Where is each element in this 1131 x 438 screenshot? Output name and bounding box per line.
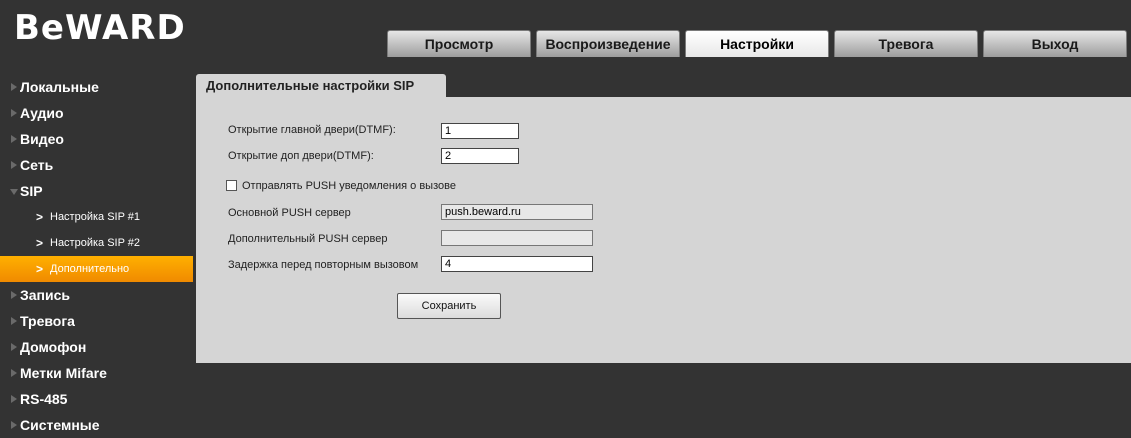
sidebar-subitem-label: Настройка SIP #2 [50, 237, 141, 249]
chevron-right-icon: > [36, 236, 44, 250]
sidebar: Локальные Аудио Видео Сеть SIP > Настрой… [0, 74, 196, 438]
tab-view[interactable]: Просмотр [387, 30, 531, 57]
triangle-right-icon [11, 317, 17, 325]
sidebar-item-video[interactable]: Видео [0, 126, 196, 152]
secondary-push-server-input[interactable] [441, 230, 593, 246]
chevron-right-icon: > [36, 210, 44, 224]
logo: BeWARD [14, 8, 186, 48]
header: BeWARD Просмотр Воспроизведение Настройк… [0, 0, 1131, 62]
chevron-right-icon: > [36, 262, 44, 276]
extra-door-label: Открытие доп двери(DTMF): [228, 150, 374, 162]
primary-push-label: Основной PUSH сервер [228, 207, 351, 219]
sidebar-item-label: Домофон [20, 339, 87, 355]
sidebar-item-local[interactable]: Локальные [0, 74, 196, 100]
tab-settings[interactable]: Настройки [685, 30, 829, 57]
main-door-label: Открытие главной двери(DTMF): [228, 124, 396, 136]
sidebar-item-label: Запись [20, 287, 71, 303]
sidebar-item-alarm[interactable]: Тревога [0, 308, 196, 334]
triangle-right-icon [11, 83, 17, 91]
triangle-right-icon [11, 343, 17, 351]
sidebar-item-label: Системные [20, 417, 100, 433]
triangle-right-icon [11, 395, 17, 403]
triangle-right-icon [11, 369, 17, 377]
sidebar-item-network[interactable]: Сеть [0, 152, 196, 178]
push-notify-label: Отправлять PUSH уведомления о вызове [242, 180, 456, 192]
sidebar-item-label: Тревога [20, 313, 75, 329]
sidebar-item-system[interactable]: Системные [0, 412, 196, 438]
triangle-right-icon [11, 421, 17, 429]
sidebar-item-label: Сеть [20, 157, 54, 173]
sidebar-item-label: Аудио [20, 105, 64, 121]
sidebar-item-label: SIP [20, 183, 43, 199]
redial-delay-input[interactable] [441, 256, 593, 272]
sidebar-subitem-label: Настройка SIP #1 [50, 211, 141, 223]
main-door-dtmf-input[interactable] [441, 123, 519, 139]
push-notify-checkbox[interactable] [226, 180, 237, 191]
secondary-push-label: Дополнительный PUSH сервер [228, 233, 388, 245]
triangle-down-icon [10, 189, 18, 195]
triangle-right-icon [11, 291, 17, 299]
sidebar-item-rs485[interactable]: RS-485 [0, 386, 196, 412]
sidebar-item-label: Метки Mifare [20, 365, 107, 381]
sidebar-subitem-sip-2[interactable]: > Настройка SIP #2 [0, 230, 196, 256]
sidebar-item-intercom[interactable]: Домофон [0, 334, 196, 360]
sidebar-item-recording[interactable]: Запись [0, 282, 196, 308]
redial-delay-label: Задержка перед повторным вызовом [228, 259, 419, 271]
sidebar-subitem-advanced[interactable]: > Дополнительно [0, 256, 193, 282]
primary-push-server-input[interactable] [441, 204, 593, 220]
sidebar-item-mifare[interactable]: Метки Mifare [0, 360, 196, 386]
extra-door-dtmf-input[interactable] [441, 148, 519, 164]
sidebar-item-label: RS-485 [20, 391, 68, 407]
main-nav: Просмотр Воспроизведение Настройки Трево… [387, 30, 1127, 57]
tab-playback[interactable]: Воспроизведение [536, 30, 680, 57]
sidebar-item-label: Локальные [20, 79, 99, 95]
sidebar-subitem-label: Дополнительно [50, 263, 130, 275]
panel-title: Дополнительные настройки SIP [196, 74, 446, 98]
tab-logout[interactable]: Выход [983, 30, 1127, 57]
triangle-right-icon [11, 161, 17, 169]
sidebar-item-label: Видео [20, 131, 64, 147]
triangle-right-icon [11, 135, 17, 143]
sidebar-item-sip[interactable]: SIP [0, 178, 196, 204]
save-button[interactable]: Сохранить [397, 293, 501, 319]
sidebar-item-audio[interactable]: Аудио [0, 100, 196, 126]
triangle-right-icon [11, 109, 17, 117]
tab-alarm[interactable]: Тревога [834, 30, 978, 57]
sidebar-subitem-sip-1[interactable]: > Настройка SIP #1 [0, 204, 196, 230]
